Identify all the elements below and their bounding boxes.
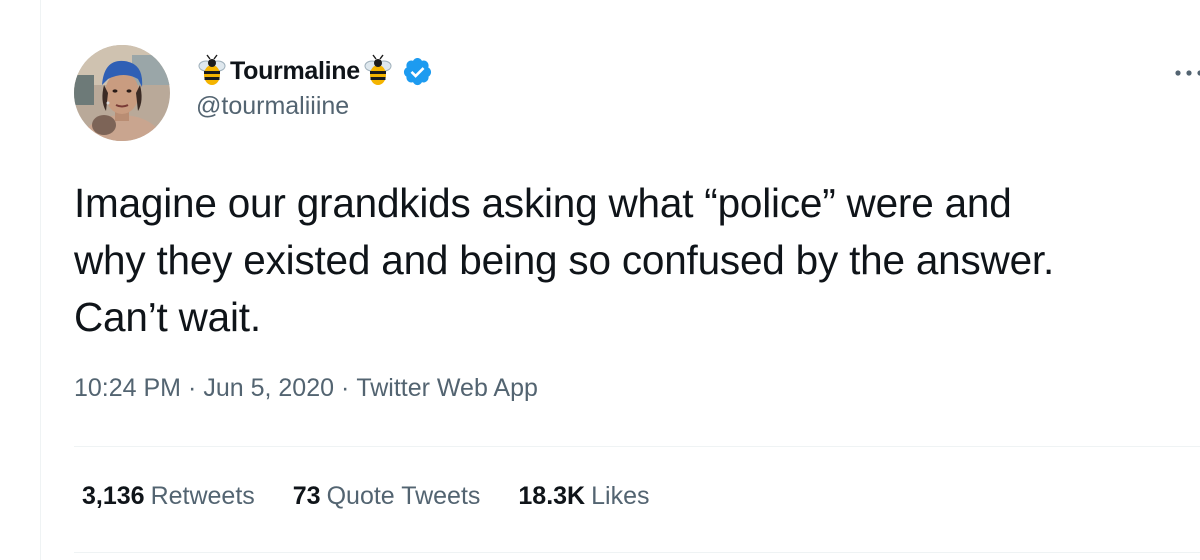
display-name: Tourmaline bbox=[230, 56, 360, 85]
timeline-border bbox=[40, 0, 41, 560]
quote-tweets-count: 73 bbox=[292, 482, 321, 510]
avatar[interactable] bbox=[74, 45, 170, 141]
quote-tweets-stat[interactable]: 73 Quote Tweets bbox=[293, 482, 481, 511]
likes-count: 18.3K bbox=[518, 482, 586, 510]
tweet-text: Imagine our grandkids asking what “polic… bbox=[74, 180, 1055, 340]
tweet-source[interactable]: Twitter Web App bbox=[356, 374, 538, 402]
more-options-icon[interactable] bbox=[1172, 60, 1200, 86]
tweet: Tourmaline @tourmaliiine Imagine our gra… bbox=[74, 0, 1200, 560]
avatar-image bbox=[74, 45, 170, 141]
retweets-stat[interactable]: 3,136 Retweets bbox=[82, 482, 255, 511]
divider bbox=[74, 552, 1200, 553]
engagement-stats: 3,136 Retweets 73 Quote Tweets 18.3K Likes bbox=[82, 482, 687, 511]
bee-icon bbox=[198, 54, 226, 85]
bee-icon bbox=[364, 54, 392, 85]
likes-stat[interactable]: 18.3K Likes bbox=[518, 482, 649, 511]
display-name-link[interactable]: Tourmaline bbox=[196, 52, 433, 90]
retweets-label: Retweets bbox=[150, 482, 255, 510]
meta-separator: · bbox=[188, 374, 197, 402]
divider bbox=[74, 446, 1200, 447]
tweet-date[interactable]: Jun 5, 2020 bbox=[203, 374, 334, 402]
verified-badge-icon bbox=[403, 57, 431, 85]
retweets-count: 3,136 bbox=[82, 482, 145, 510]
tweet-metadata: 10:24 PM · Jun 5, 2020 · Twitter Web App bbox=[74, 374, 538, 403]
user-handle[interactable]: @tourmaliiine bbox=[196, 92, 433, 121]
likes-label: Likes bbox=[591, 482, 650, 510]
tweet-time[interactable]: 10:24 PM bbox=[74, 374, 181, 402]
tweet-author: Tourmaline @tourmaliiine bbox=[196, 52, 433, 122]
meta-separator: · bbox=[341, 374, 350, 402]
quote-tweets-label: Quote Tweets bbox=[326, 482, 481, 510]
